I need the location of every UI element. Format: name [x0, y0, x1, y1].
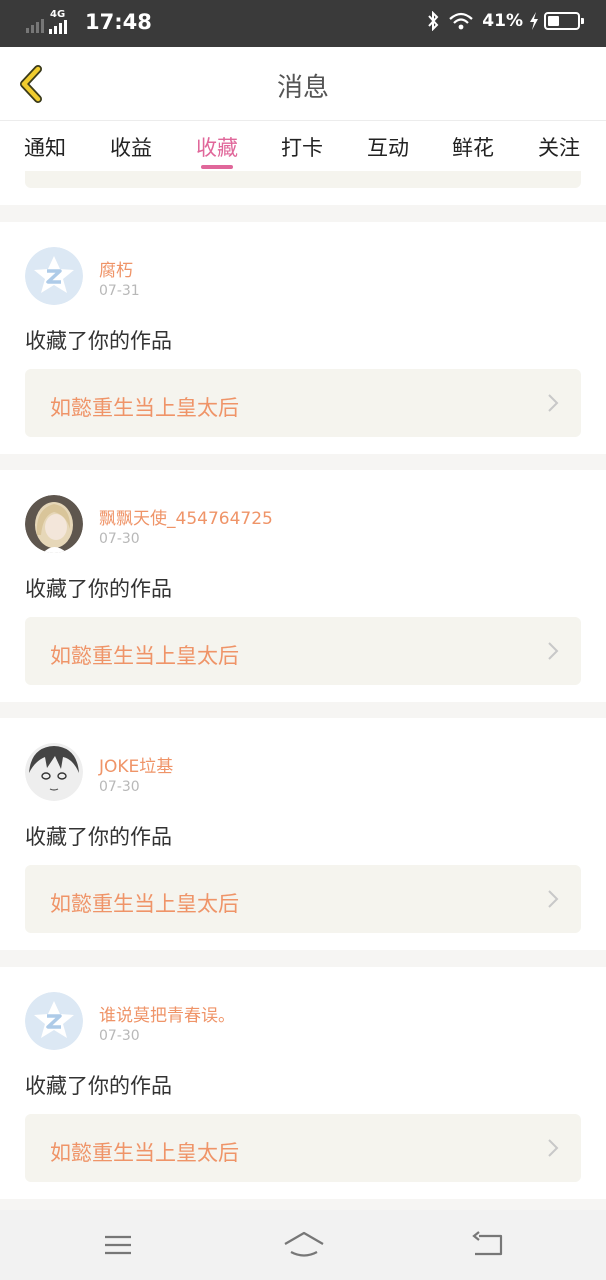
message-action: 收藏了你的作品	[25, 329, 172, 353]
battery-percent: 41%	[482, 11, 523, 31]
tab-notification[interactable]: 通知	[24, 132, 66, 162]
clock: 17:48	[85, 10, 152, 34]
message-date: 07-30	[99, 1028, 140, 1044]
page-header: 消息	[0, 47, 606, 121]
status-right: 41%	[426, 11, 584, 31]
work-title: 如懿重生当上皇太后	[50, 1141, 239, 1165]
tab-flowers[interactable]: 鲜花	[452, 132, 494, 162]
network-signal-icon: 4G	[49, 9, 77, 34]
work-link[interactable]: 如懿重生当上皇太后	[25, 1114, 581, 1182]
status-bar: 4G 17:48 41%	[0, 0, 606, 47]
work-link[interactable]: 如懿重生当上皇太后	[25, 369, 581, 437]
message-date: 07-30	[99, 531, 140, 547]
user-sketch-avatar[interactable]	[25, 743, 83, 801]
tab-interaction[interactable]: 互动	[367, 132, 409, 162]
chevron-right-icon	[547, 889, 559, 913]
chevron-right-icon	[547, 1138, 559, 1162]
battery-icon	[544, 12, 584, 30]
menu-icon[interactable]	[103, 1230, 133, 1264]
message-card: 谁说莫把青春误。 07-30 收藏了你的作品 如懿重生当上皇太后	[0, 967, 606, 1199]
tab-follow[interactable]: 关注	[538, 132, 580, 162]
work-link[interactable]: 如懿重生当上皇太后	[25, 617, 581, 685]
username[interactable]: JOKE垃基	[99, 752, 173, 777]
default-avatar-icon[interactable]	[25, 992, 83, 1050]
user-photo-avatar[interactable]	[25, 495, 83, 553]
message-action: 收藏了你的作品	[25, 1074, 172, 1098]
message-card: 腐朽 07-31 收藏了你的作品 如懿重生当上皇太后	[0, 222, 606, 454]
work-link-partial[interactable]	[25, 171, 581, 188]
message-action: 收藏了你的作品	[25, 577, 172, 601]
work-title: 如懿重生当上皇太后	[50, 892, 239, 916]
chevron-right-icon	[547, 641, 559, 665]
tab-checkin[interactable]: 打卡	[281, 132, 323, 162]
charging-icon	[529, 12, 539, 30]
active-tab-indicator	[201, 165, 233, 169]
tab-earnings[interactable]: 收益	[110, 132, 152, 162]
chevron-right-icon	[547, 393, 559, 417]
message-card: JOKE垃基 07-30 收藏了你的作品 如懿重生当上皇太后	[0, 718, 606, 950]
network-type: 4G	[50, 9, 66, 20]
status-left: 4G 17:48	[26, 9, 152, 34]
work-link[interactable]: 如懿重生当上皇太后	[25, 865, 581, 933]
username[interactable]: 谁说莫把青春误。	[99, 1001, 235, 1026]
page-title: 消息	[276, 73, 329, 103]
username[interactable]: 飘飘天使_454764725	[99, 504, 273, 529]
message-card-partial	[0, 171, 606, 205]
default-avatar-icon[interactable]	[25, 247, 83, 305]
tab-bar: 通知 收益 收藏 打卡 互动 鲜花 关注	[0, 121, 606, 171]
message-card: 飘飘天使_454764725 07-30 收藏了你的作品 如懿重生当上皇太后	[0, 470, 606, 702]
username[interactable]: 腐朽	[99, 256, 133, 281]
sim1-signal-icon	[26, 11, 46, 33]
tab-favorites[interactable]: 收藏	[196, 132, 238, 162]
message-action: 收藏了你的作品	[25, 825, 172, 849]
work-title: 如懿重生当上皇太后	[50, 644, 239, 668]
system-nav-bar	[0, 1210, 606, 1280]
wifi-icon	[448, 11, 474, 31]
message-date: 07-30	[99, 779, 140, 795]
message-date: 07-31	[99, 283, 140, 299]
bluetooth-icon	[426, 11, 440, 31]
home-icon[interactable]	[283, 1230, 325, 1264]
return-icon[interactable]	[471, 1230, 505, 1264]
work-title: 如懿重生当上皇太后	[50, 396, 239, 420]
